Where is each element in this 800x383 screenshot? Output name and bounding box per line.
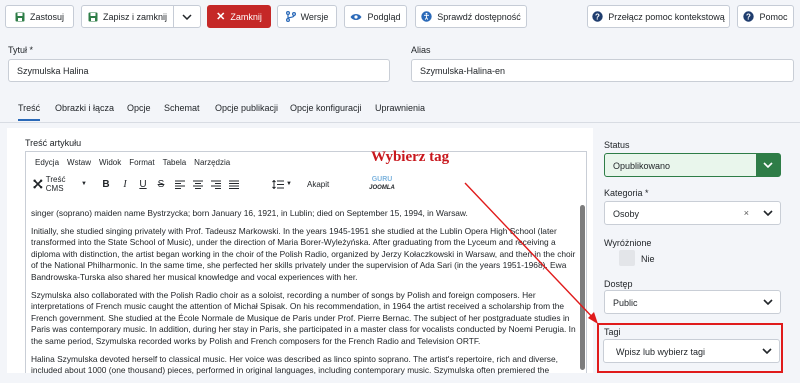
annotation-arrow bbox=[464, 182, 598, 324]
tags-highlight-box bbox=[597, 323, 783, 373]
